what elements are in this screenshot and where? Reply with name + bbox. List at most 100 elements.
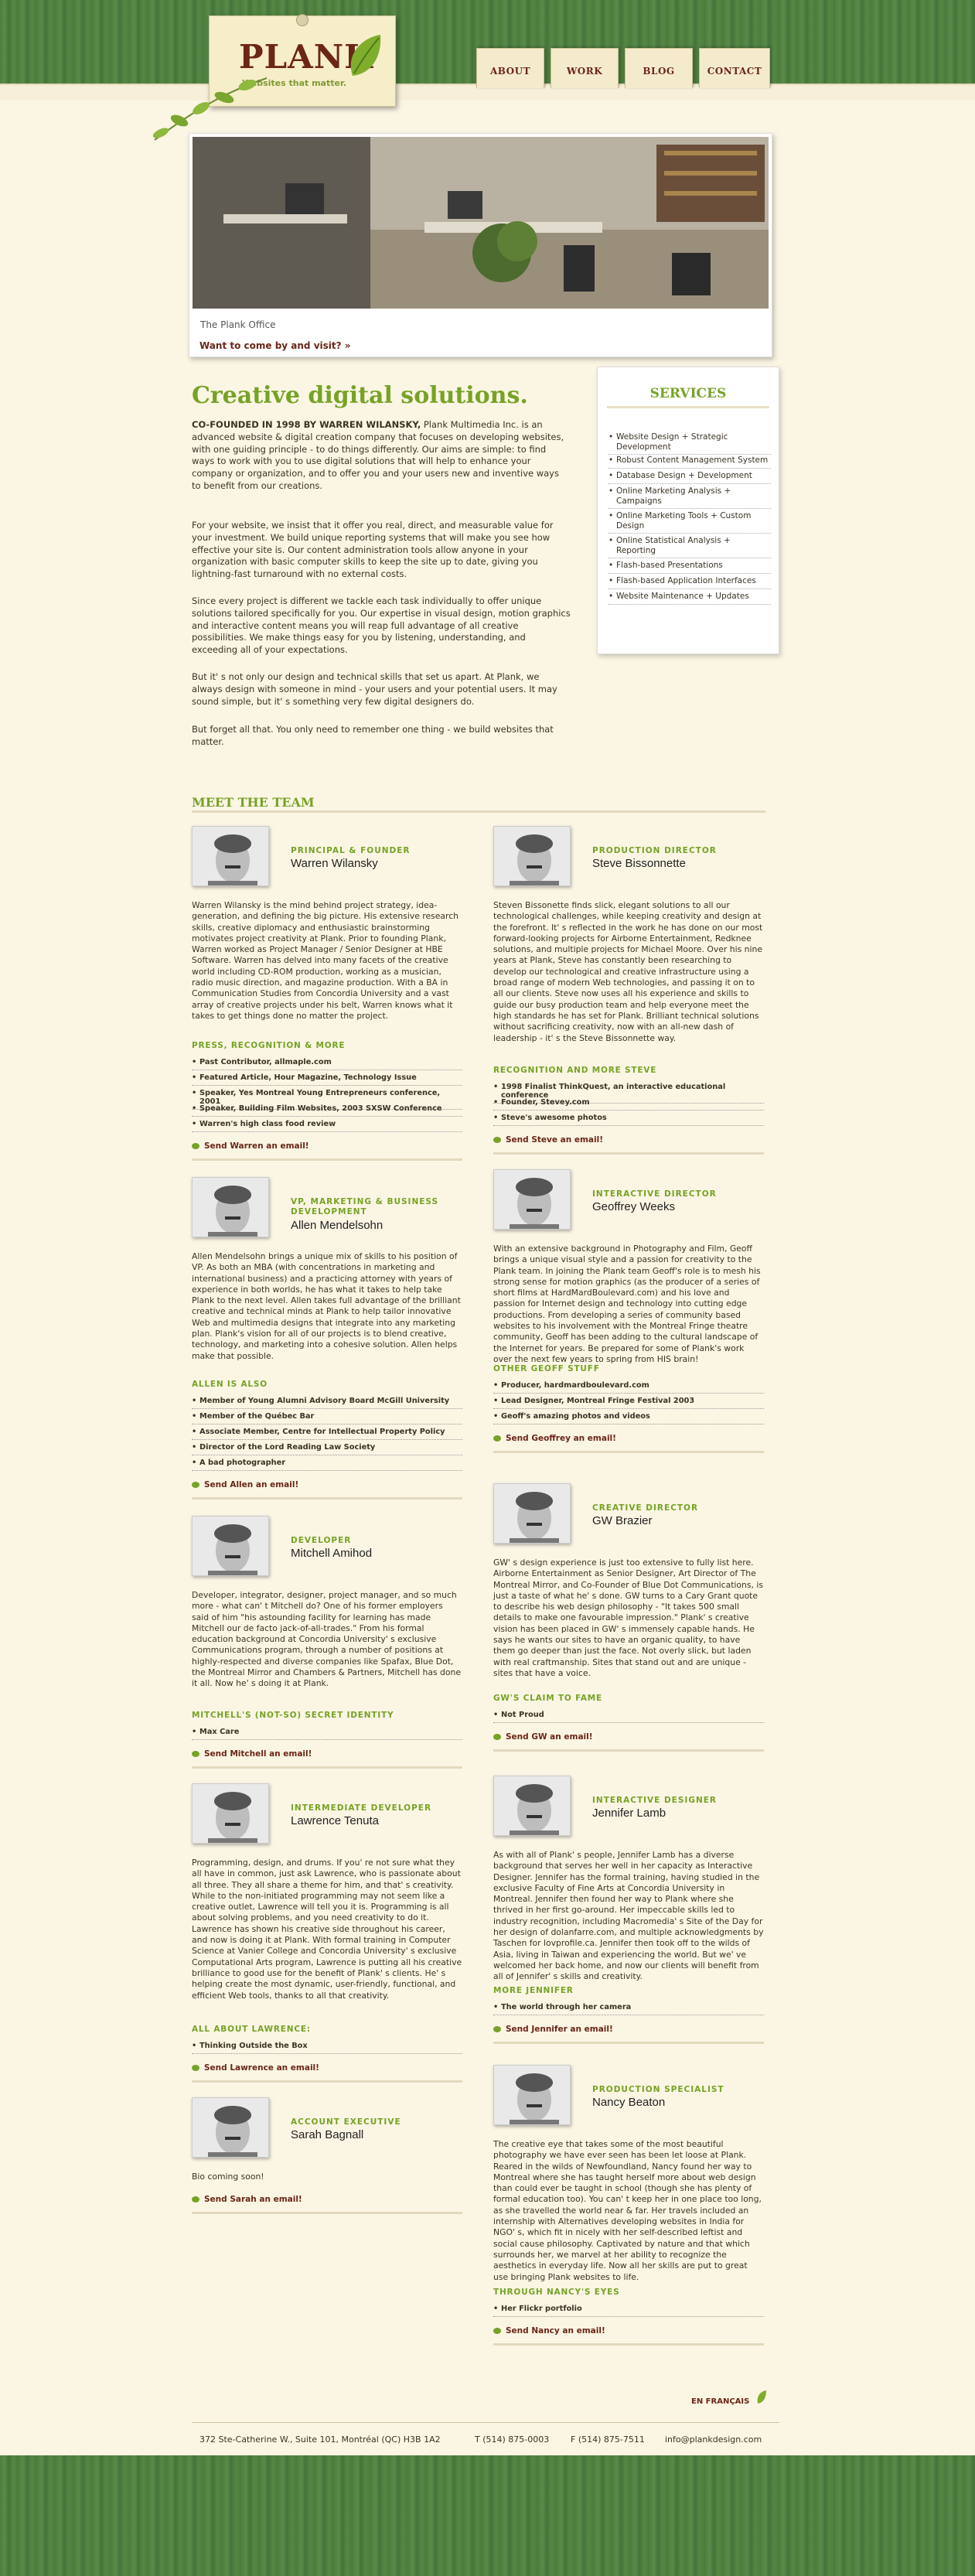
member-name: Steve Bissonnette [592,857,686,870]
member-name: Geoffrey Weeks [592,1200,675,1213]
member-name: Warren Wilansky [291,857,378,870]
member-role: INTERMEDIATE DEVELOPER [291,1803,432,1813]
member-divider [192,1766,462,1769]
member-bio: With an extensive background in Photogra… [493,1244,761,1364]
member-link[interactable]: Her Flickr portfolio [493,2305,764,2317]
service-item[interactable]: Online Marketing Analysis + Campaigns [609,486,771,509]
footer-address: 372 Ste-Catherine W., Suite 101, Montréa… [199,2434,441,2445]
service-item[interactable]: Website Design + Strategic Development [609,432,771,455]
intro-paragraph-3: Since every project is different we tack… [192,595,571,656]
member-role: PRODUCTION DIRECTOR [592,846,717,855]
member-subheading: ALL ABOUT LAWRENCE: [192,2025,311,2034]
member-portrait [192,1516,269,1576]
member-bio: Allen Mendelsohn brings a unique mix of … [192,1251,461,1361]
services-title: SERVICES [649,386,727,401]
member-role: CREATIVE DIRECTOR [592,1503,699,1513]
service-item[interactable]: Robust Content Management System [609,455,771,469]
member-subheading: GW'S CLAIM TO FAME [493,1694,603,1703]
member-name: Jennifer Lamb [592,1807,666,1820]
member-portrait [493,2065,571,2125]
send-email-button[interactable]: Send Allen an email! [192,1480,298,1489]
nav-contact[interactable]: CONTACT [699,48,770,88]
member-link[interactable]: Founder, Stevey.com [493,1098,764,1111]
member-link[interactable]: Speaker, Building Film Websites, 2003 SX… [192,1104,462,1117]
team-divider [192,810,765,813]
footer-divider [192,2422,779,2423]
services-divider [607,406,769,408]
member-link[interactable]: Not Proud [493,1711,764,1723]
member-role: PRINCIPAL & FOUNDER [291,846,411,855]
member-link[interactable]: Geoff's amazing photos and videos [493,1412,764,1424]
footer-email[interactable]: info@plankdesign.com [665,2434,762,2445]
member-link[interactable]: Member of Young Alumni Advisory Board Mc… [192,1397,462,1409]
service-item[interactable]: Online Marketing Tools + Custom Design [609,511,771,534]
member-subheading: PRESS, RECOGNITION & MORE [192,1041,346,1050]
footer-phone: T (514) 875-0003 [475,2434,550,2445]
member-portrait [192,1177,269,1237]
member-divider [493,2343,764,2346]
service-item[interactable]: Flash-based Presentations [609,561,771,574]
member-link[interactable]: A bad photographer [192,1459,462,1471]
member-bio: Bio coming soon! [192,2172,264,2182]
member-link[interactable]: Steve's awesome photos [493,1114,764,1126]
send-email-button[interactable]: Send Lawrence an email! [192,2063,319,2073]
member-portrait [192,826,269,886]
office-photo-card: The Plank Office [189,133,772,357]
service-item[interactable]: Online Statistical Analysis + Reporting [609,536,771,558]
member-link[interactable]: Featured Article, Hour Magazine, Technol… [192,1073,462,1086]
services-panel: SERVICES Website Design + Strategic Deve… [597,367,779,654]
member-portrait [192,1783,269,1844]
send-email-button[interactable]: Send Nancy an email! [493,2326,605,2335]
member-name: Lawrence Tenuta [291,1814,379,1827]
intro-paragraph-5: But forget all that. You only need to re… [192,724,554,747]
member-link[interactable]: Producer, hardmardboulevard.com [493,1381,764,1394]
service-item[interactable]: Flash-based Application Interfaces [609,576,771,589]
send-email-button[interactable]: Send Geoffrey an email! [493,1434,616,1443]
member-divider [192,1497,462,1500]
send-email-button[interactable]: Send Jennifer an email! [493,2025,613,2034]
member-name: Mitchell Amihod [291,1547,373,1560]
member-subheading: OTHER GEOFF STUFF [493,1364,600,1373]
member-link[interactable]: Past Contributor, allmaple.com [192,1058,462,1070]
leaf-icon [350,35,381,76]
member-link[interactable]: Member of the Québec Bar [192,1412,462,1424]
send-email-button[interactable]: Send Steve an email! [493,1135,603,1145]
member-link[interactable]: Associate Member, Centre for Intellectua… [192,1428,462,1440]
member-link[interactable]: The world through her camera [493,2003,764,2015]
nav-work[interactable]: WORK [551,48,619,88]
intro-paragraph-2: For your website, we insist that it offe… [192,520,554,580]
team-title: MEET THE TEAM [192,795,315,810]
member-link[interactable]: Thinking Outside the Box [192,2042,462,2054]
intro-paragraph-4: But it' s not only our design and techni… [192,671,557,707]
member-portrait [493,826,571,886]
send-email-button[interactable]: Send Warren an email! [192,1141,309,1151]
member-subheading: RECOGNITION AND MORE STEVE [493,1066,657,1075]
member-bio: Warren Wilansky is the mind behind proje… [192,900,459,1021]
member-portrait [192,2097,269,2158]
member-link[interactable]: Lead Designer, Montreal Fringe Festival … [493,1397,764,1409]
member-subheading: MORE JENNIFER [493,1986,574,1995]
member-role: PRODUCTION SPECIALIST [592,2085,724,2094]
language-link[interactable]: EN FRANÇAIS [691,2397,749,2406]
nav-about[interactable]: ABOUT [476,48,544,88]
photo-caption: The Plank Office [200,319,276,330]
pin-icon [296,14,309,26]
member-link[interactable]: Max Care [192,1728,462,1740]
service-item[interactable]: Website Maintenance + Updates [609,592,771,605]
member-divider [192,2080,462,2083]
member-bio: The creative eye that takes some of the … [493,2139,762,2282]
nav-blog[interactable]: BLOG [625,48,693,88]
visit-link[interactable]: Want to come by and visit? » [199,340,351,351]
member-portrait [493,1169,571,1230]
member-divider [192,1158,462,1161]
member-link[interactable]: Director of the Lord Reading Law Society [192,1443,462,1455]
member-bio: Developer, integrator, designer, project… [192,1590,461,1689]
member-link[interactable]: Warren's high class food review [192,1120,462,1132]
member-role: INTERACTIVE DESIGNER [592,1796,717,1805]
member-role: INTERACTIVE DIRECTOR [592,1189,717,1199]
send-email-button[interactable]: Send Sarah an email! [192,2195,302,2204]
send-email-button[interactable]: Send Mitchell an email! [192,1749,312,1759]
wood-footer-background [0,2455,975,2576]
service-item[interactable]: Database Design + Development [609,471,771,484]
send-email-button[interactable]: Send GW an email! [493,1732,593,1742]
